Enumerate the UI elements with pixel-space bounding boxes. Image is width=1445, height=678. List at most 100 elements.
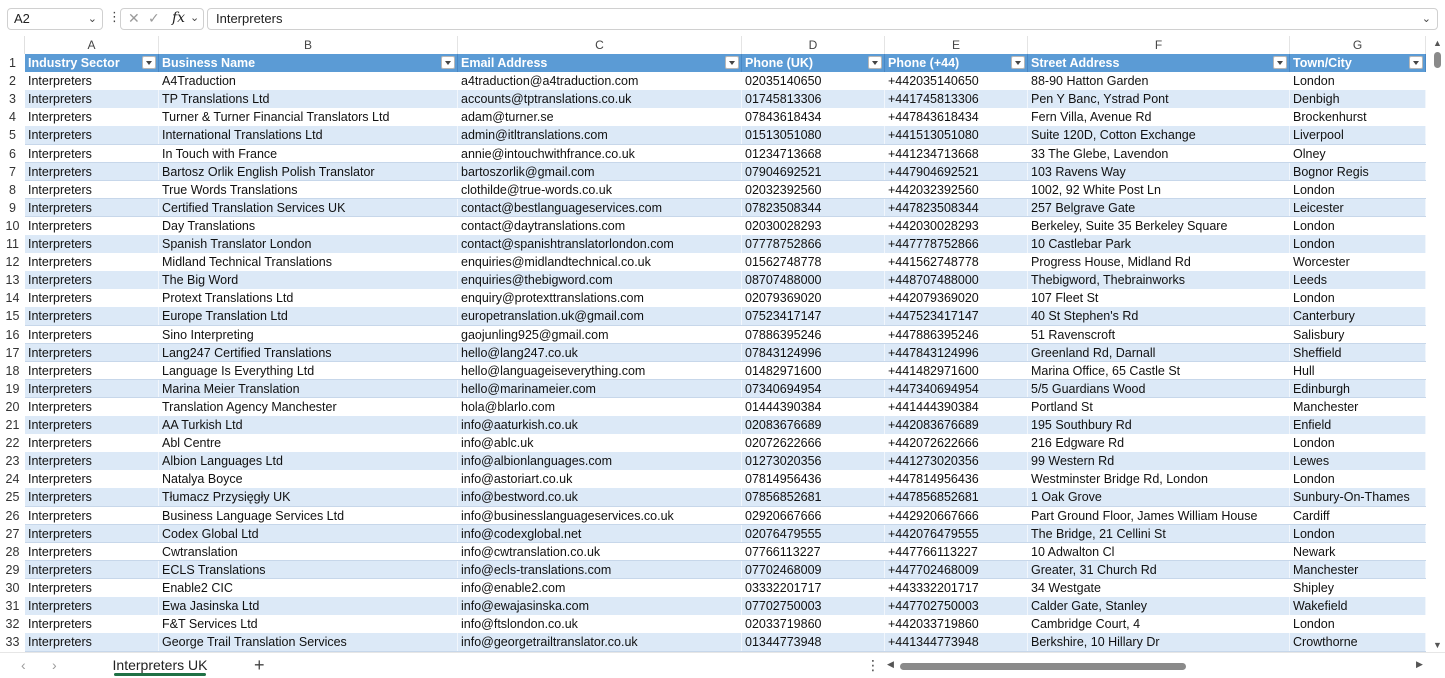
table-cell[interactable]: 02920667666 — [742, 506, 885, 525]
table-cell[interactable]: 34 Westgate — [1028, 578, 1290, 597]
table-cell[interactable]: europetranslation.uk@gmail.com — [458, 307, 742, 326]
table-cell[interactable]: Lang247 Certified Translations — [159, 343, 458, 362]
table-cell[interactable]: +447702468009 — [885, 560, 1028, 579]
column-header-a[interactable]: A — [25, 36, 159, 54]
table-cell[interactable]: Greenland Rd, Darnall — [1028, 343, 1290, 362]
table-cell[interactable]: info@aaturkish.co.uk — [458, 416, 742, 435]
table-cell[interactable]: Leicester — [1290, 198, 1426, 217]
header-cell[interactable]: Town/City — [1290, 54, 1426, 73]
row-number[interactable]: 7 — [0, 163, 25, 181]
filter-dropdown-icon[interactable] — [142, 56, 156, 69]
table-cell[interactable]: Berkshire, 10 Hillary Dr — [1028, 633, 1290, 652]
table-cell[interactable]: Interpreters — [25, 253, 159, 272]
table-cell[interactable]: Berkeley, Suite 35 Berkeley Square — [1028, 216, 1290, 235]
table-cell[interactable]: George Trail Translation Services — [159, 633, 458, 652]
table-cell[interactable]: Thebigword, Thebrainworks — [1028, 271, 1290, 290]
table-cell[interactable]: 07702750003 — [742, 597, 885, 616]
scroll-down-icon[interactable]: ▼ — [1433, 640, 1442, 650]
row-number[interactable]: 19 — [0, 380, 25, 398]
spreadsheet-grid[interactable]: ABCDEFG 1 2 3 4 5 6 7 8 9 10 11 12 13 14 15 16 17 18 19 20 2… — [0, 36, 1430, 652]
column-header-c[interactable]: C — [458, 36, 742, 54]
table-cell[interactable]: Interpreters — [25, 198, 159, 217]
table-cell[interactable]: Shipley — [1290, 578, 1426, 597]
table-cell[interactable]: +442072622666 — [885, 434, 1028, 453]
table-cell[interactable]: 01234713668 — [742, 144, 885, 163]
table-cell[interactable]: Brockenhurst — [1290, 108, 1426, 127]
table-cell[interactable]: +447778752866 — [885, 235, 1028, 254]
table-cell[interactable]: Interpreters — [25, 578, 159, 597]
table-cell[interactable]: London — [1290, 524, 1426, 543]
table-cell[interactable]: Interpreters — [25, 542, 159, 561]
chevron-down-icon[interactable]: ⌄ — [88, 9, 97, 29]
row-number[interactable]: 1 — [0, 54, 25, 72]
chevron-right-icon[interactable]: › — [52, 657, 57, 673]
row-number[interactable]: 23 — [0, 452, 25, 470]
table-cell[interactable]: bartoszorlik@gmail.com — [458, 162, 742, 181]
table-cell[interactable]: +448707488000 — [885, 271, 1028, 290]
table-cell[interactable]: +447340694954 — [885, 379, 1028, 398]
row-number[interactable]: 8 — [0, 181, 25, 199]
table-cell[interactable]: +447843618434 — [885, 108, 1028, 127]
add-sheet-icon[interactable]: + — [254, 655, 265, 676]
insert-function-icon[interactable]: fx — [172, 10, 185, 26]
table-cell[interactable]: 33 The Glebe, Lavendon — [1028, 144, 1290, 163]
table-cell[interactable]: info@ablc.uk — [458, 434, 742, 453]
table-cell[interactable]: True Words Translations — [159, 180, 458, 199]
vertical-scroll-thumb[interactable] — [1434, 52, 1441, 68]
header-cell[interactable]: Phone (+44) — [885, 54, 1028, 73]
table-cell[interactable]: Interpreters — [25, 235, 159, 254]
scroll-up-icon[interactable]: ▲ — [1433, 38, 1442, 48]
table-cell[interactable]: Edinburgh — [1290, 379, 1426, 398]
table-cell[interactable]: Interpreters — [25, 343, 159, 362]
row-number[interactable]: 24 — [0, 470, 25, 488]
filter-dropdown-icon[interactable] — [441, 56, 455, 69]
table-cell[interactable]: info@ecls-translations.com — [458, 560, 742, 579]
sheet-tab-interpreters-uk[interactable]: Interpreters UK — [106, 653, 214, 677]
table-cell[interactable]: Interpreters — [25, 379, 159, 398]
table-cell[interactable]: Business Language Services Ltd — [159, 506, 458, 525]
row-number[interactable]: 25 — [0, 488, 25, 506]
table-cell[interactable]: +442083676689 — [885, 416, 1028, 435]
table-cell[interactable]: a4traduction@a4traduction.com — [458, 72, 742, 91]
table-cell[interactable]: 07843124996 — [742, 343, 885, 362]
table-cell[interactable]: Interpreters — [25, 126, 159, 145]
table-cell[interactable]: Lewes — [1290, 452, 1426, 471]
table-cell[interactable]: contact@spanishtranslatorlondon.com — [458, 235, 742, 254]
row-number[interactable]: 22 — [0, 434, 25, 452]
row-number[interactable]: 29 — [0, 561, 25, 579]
scroll-left-icon[interactable]: ◀ — [887, 659, 894, 670]
table-cell[interactable]: Suite 120D, Cotton Exchange — [1028, 126, 1290, 145]
table-cell[interactable]: Worcester — [1290, 253, 1426, 272]
table-cell[interactable]: contact@daytranslations.com — [458, 216, 742, 235]
filter-dropdown-icon[interactable] — [868, 56, 882, 69]
table-cell[interactable]: 216 Edgware Rd — [1028, 434, 1290, 453]
row-number[interactable]: 18 — [0, 362, 25, 380]
row-number[interactable]: 6 — [0, 145, 25, 163]
horizontal-scroll-thumb[interactable] — [900, 663, 1186, 670]
table-cell[interactable]: Cwtranslation — [159, 542, 458, 561]
table-cell[interactable]: Cardiff — [1290, 506, 1426, 525]
table-cell[interactable]: enquiry@protexttranslations.com — [458, 289, 742, 308]
table-cell[interactable]: 01273020356 — [742, 452, 885, 471]
table-cell[interactable]: +447904692521 — [885, 162, 1028, 181]
header-cell[interactable]: Email Address — [458, 54, 742, 73]
table-cell[interactable]: Portland St — [1028, 397, 1290, 416]
table-cell[interactable]: AA Turkish Ltd — [159, 416, 458, 435]
table-cell[interactable]: +441234713668 — [885, 144, 1028, 163]
table-cell[interactable]: Interpreters — [25, 416, 159, 435]
table-cell[interactable]: +443332201717 — [885, 578, 1028, 597]
table-cell[interactable]: +441513051080 — [885, 126, 1028, 145]
table-cell[interactable]: 02033719860 — [742, 615, 885, 634]
table-cell[interactable]: A4Traduction — [159, 72, 458, 91]
column-header-f[interactable]: F — [1028, 36, 1290, 54]
table-cell[interactable]: London — [1290, 180, 1426, 199]
table-cell[interactable]: info@businesslanguageservices.co.uk — [458, 506, 742, 525]
table-cell[interactable]: +442920667666 — [885, 506, 1028, 525]
table-cell[interactable]: Interpreters — [25, 361, 159, 380]
table-cell[interactable]: Greater, 31 Church Rd — [1028, 560, 1290, 579]
table-cell[interactable]: contact@bestlanguageservices.com — [458, 198, 742, 217]
table-cell[interactable]: info@ewajasinska.com — [458, 597, 742, 616]
table-cell[interactable]: 08707488000 — [742, 271, 885, 290]
more-options-icon[interactable]: ⋮ — [108, 9, 121, 25]
more-options-icon[interactable]: ⋮ — [866, 657, 880, 674]
